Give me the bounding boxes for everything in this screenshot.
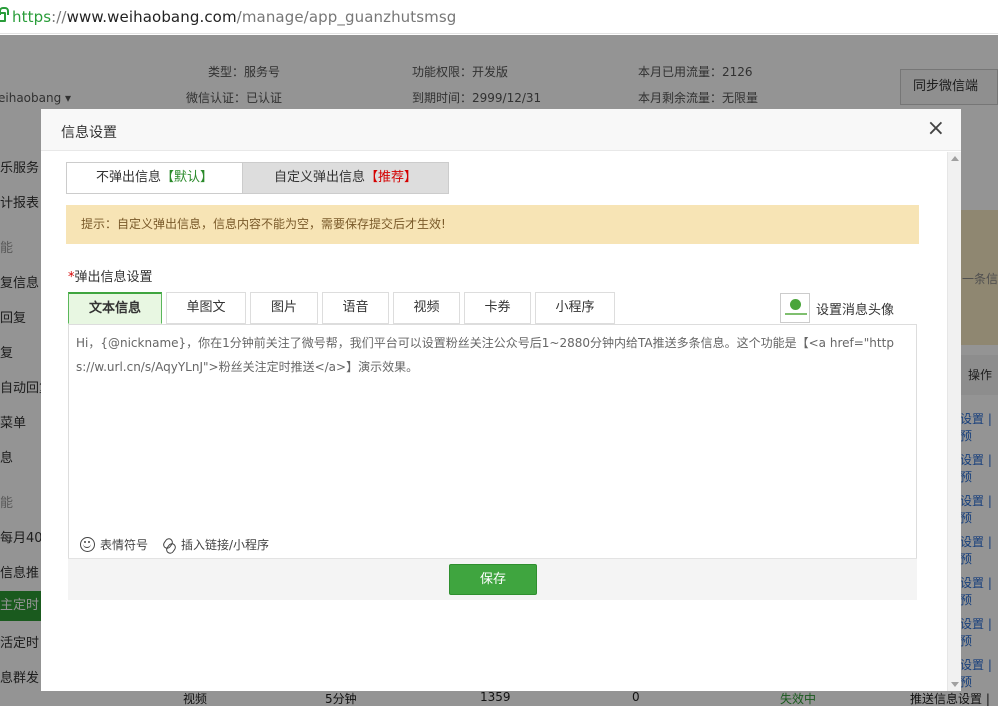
info-settings-modal: 信息设置 × 不弹出信息【默认】 自定义弹出信息【推荐】 提示：自定义弹出信息，…: [41, 109, 961, 691]
message-text[interactable]: Hi，{@nickname}，你在1分钟前关注了微号帮，我们平台可以设置粉丝关注…: [76, 331, 906, 379]
modal-title: 信息设置: [61, 125, 117, 141]
lock-icon: [0, 6, 9, 22]
set-avatar-label[interactable]: 设置消息头像: [816, 299, 894, 318]
modal-body: 不弹出信息【默认】 自定义弹出信息【推荐】 提示：自定义弹出信息，信息内容不能为…: [41, 152, 947, 691]
scroll-down-icon[interactable]: [951, 682, 959, 687]
modal-header: 信息设置 ×: [41, 109, 961, 151]
section-label: *弹出信息设置: [68, 270, 153, 285]
link-icon: [162, 538, 176, 552]
set-avatar[interactable]: 设置消息头像: [780, 293, 894, 323]
tab-image[interactable]: 图片: [250, 292, 318, 324]
emoji-tool[interactable]: 表情符号: [80, 536, 148, 553]
save-bar: 保存: [68, 558, 917, 600]
tab-card-coupon[interactable]: 卡券: [464, 292, 531, 324]
tab-single-article[interactable]: 单图文: [166, 292, 246, 324]
close-icon[interactable]: ×: [927, 118, 945, 140]
avatar[interactable]: [780, 293, 810, 323]
modal-scrollbar[interactable]: [947, 152, 961, 691]
tip-banner: 提示：自定义弹出信息，信息内容不能为空，需要保存提交后才生效!: [66, 205, 919, 244]
tab-custom-popup[interactable]: 自定义弹出信息【推荐】: [243, 162, 449, 194]
editor-toolbar: 表情符号 插入链接/小程序: [80, 536, 283, 553]
insert-link-tool[interactable]: 插入链接/小程序: [162, 536, 269, 553]
url-text[interactable]: https://www.weihaobang.com/manage/app_gu…: [12, 8, 456, 26]
message-type-tabs: 文本信息 单图文 图片 语音 视频 卡券 小程序: [68, 292, 619, 324]
tab-voice[interactable]: 语音: [322, 292, 389, 324]
tab-mini-program[interactable]: 小程序: [535, 292, 615, 324]
scroll-up-icon[interactable]: [951, 156, 959, 161]
tab-video[interactable]: 视频: [393, 292, 460, 324]
popup-mode-tabs: 不弹出信息【默认】 自定义弹出信息【推荐】: [66, 162, 449, 194]
tab-no-popup[interactable]: 不弹出信息【默认】: [66, 162, 243, 194]
address-bar[interactable]: https://www.weihaobang.com/manage/app_gu…: [0, 0, 998, 34]
save-button[interactable]: 保存: [449, 564, 537, 595]
smile-icon: [80, 537, 95, 552]
tab-text-message[interactable]: 文本信息: [68, 292, 162, 324]
